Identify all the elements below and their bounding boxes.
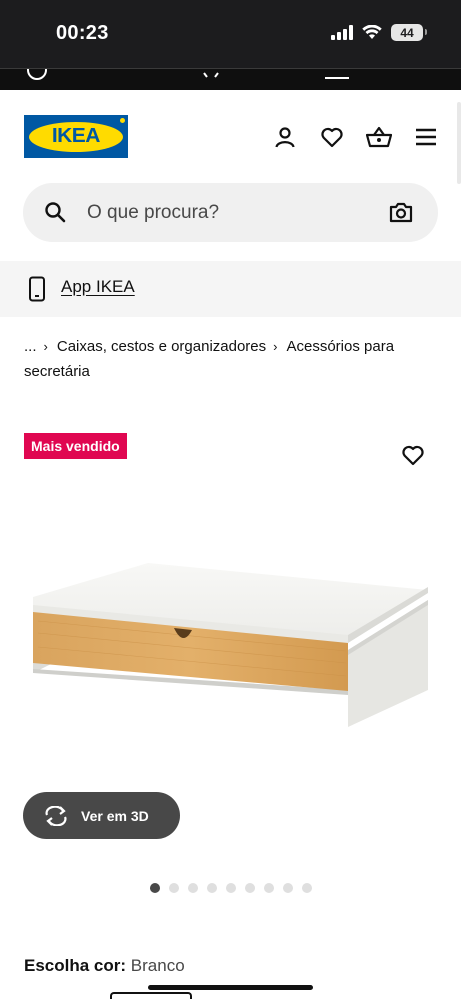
browser-tab-icon[interactable] bbox=[26, 68, 48, 81]
basket-button[interactable] bbox=[366, 124, 392, 150]
battery-icon: 44 bbox=[391, 24, 427, 41]
account-button[interactable] bbox=[272, 124, 298, 150]
search-bar[interactable]: O que procura? bbox=[23, 183, 438, 242]
carousel-dot[interactable] bbox=[245, 883, 255, 893]
chevron-right-icon: › bbox=[43, 339, 48, 354]
browser-toolbar bbox=[0, 68, 461, 90]
heart-icon[interactable] bbox=[401, 443, 425, 467]
color-choice-value: Branco bbox=[130, 956, 185, 975]
status-time: 00:23 bbox=[56, 22, 109, 44]
carousel-dot[interactable] bbox=[302, 883, 312, 893]
menu-icon bbox=[416, 128, 436, 146]
smartphone-icon bbox=[29, 276, 45, 302]
signal-icon bbox=[331, 25, 353, 40]
status-bar: 00:23 44 bbox=[0, 0, 461, 68]
breadcrumb-item[interactable]: Caixas, cestos e organizadores bbox=[57, 338, 266, 355]
home-indicator bbox=[148, 985, 313, 990]
browser-menu-icon[interactable] bbox=[325, 68, 351, 81]
logo-text: IKEA bbox=[51, 125, 101, 147]
color-swatch[interactable] bbox=[110, 992, 192, 999]
rotate-icon bbox=[45, 805, 67, 826]
wifi-icon bbox=[362, 25, 382, 39]
favourites-button[interactable] bbox=[319, 124, 345, 150]
ikea-logo[interactable]: IKEA bbox=[24, 115, 128, 158]
color-choice-label: Escolha cor: bbox=[24, 956, 127, 975]
carousel-dot[interactable] bbox=[226, 883, 236, 893]
carousel-dot[interactable] bbox=[150, 883, 160, 893]
carousel-dot[interactable] bbox=[264, 883, 274, 893]
camera-icon[interactable] bbox=[389, 201, 413, 223]
search-input[interactable]: O que procura? bbox=[87, 202, 219, 224]
breadcrumb: ... › Caixas, cestos e organizadores › Acess… bbox=[24, 334, 434, 384]
chevron-right-icon: › bbox=[273, 339, 278, 354]
view-3d-button[interactable]: Ver em 3D bbox=[23, 792, 180, 839]
carousel-dot[interactable] bbox=[169, 883, 179, 893]
view-3d-label: Ver em 3D bbox=[81, 807, 149, 824]
site-header: IKEA bbox=[0, 90, 461, 180]
carousel-dot[interactable] bbox=[207, 883, 217, 893]
carousel-dot[interactable] bbox=[283, 883, 293, 893]
carousel-dots bbox=[150, 883, 312, 893]
basket-icon bbox=[366, 126, 392, 148]
logo-oval: IKEA bbox=[29, 121, 123, 152]
breadcrumb-ellipsis[interactable]: ... bbox=[24, 338, 37, 355]
app-banner: App IKEA bbox=[0, 261, 461, 317]
color-choice[interactable]: Escolha cor: Branco bbox=[24, 956, 185, 976]
user-icon bbox=[275, 127, 295, 148]
app-ikea-link[interactable]: App IKEA bbox=[61, 277, 135, 297]
product-image[interactable] bbox=[28, 555, 433, 735]
logo-registered-mark bbox=[120, 118, 125, 123]
status-icons: 44 bbox=[331, 24, 427, 41]
carousel-dot[interactable] bbox=[188, 883, 198, 893]
search-icon bbox=[45, 202, 66, 223]
scroll-indicator bbox=[457, 102, 461, 184]
bestseller-badge: Mais vendido bbox=[24, 433, 127, 459]
menu-button[interactable] bbox=[413, 124, 439, 150]
browser-share-icon[interactable] bbox=[200, 68, 222, 81]
battery-level: 44 bbox=[400, 25, 414, 40]
heart-icon bbox=[321, 127, 343, 148]
